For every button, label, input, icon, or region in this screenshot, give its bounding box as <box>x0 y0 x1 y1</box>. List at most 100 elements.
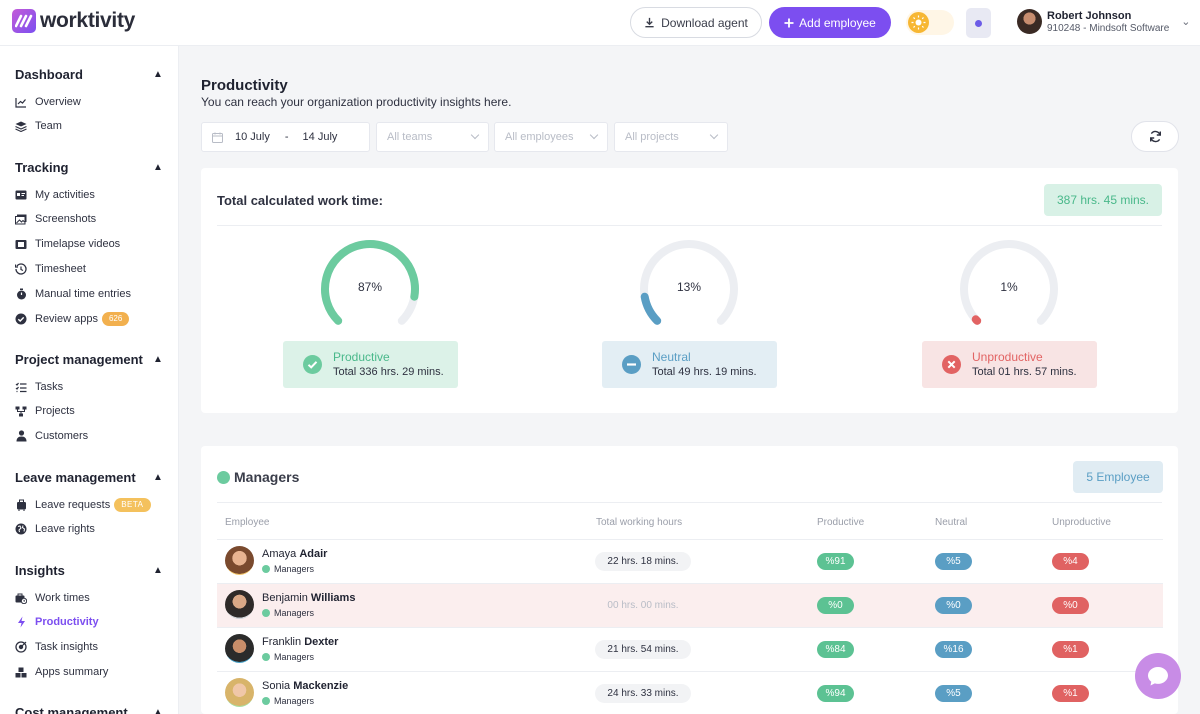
chevron-up-icon[interactable]: ▲ <box>153 354 163 365</box>
app-logo[interactable]: worktivity <box>12 9 135 33</box>
table-row[interactable]: Amaya Adair Managers 22 hrs. 18 mins. %9… <box>217 539 1163 583</box>
section-dashboard[interactable]: Dashboard <box>15 67 83 82</box>
sidebar-item-customers[interactable]: Customers <box>15 430 88 442</box>
chevron-up-icon[interactable]: ▲ <box>153 472 163 483</box>
table-row[interactable]: Sonia Mackenzie Managers 24 hrs. 33 mins… <box>217 671 1163 714</box>
employee-team: Managers <box>262 564 314 574</box>
add-employee-label: Add employee <box>799 15 876 30</box>
neutral-pill: %5 <box>935 685 972 702</box>
sidebar-item-apps-summary[interactable]: Apps summary <box>15 666 108 678</box>
download-agent-button[interactable]: Download agent <box>630 7 762 38</box>
employees-select[interactable]: All employees <box>494 122 608 152</box>
projects-select[interactable]: All projects <box>614 122 728 152</box>
sidebar-item-label: My activities <box>35 189 95 201</box>
sidebar-item-label: Review apps <box>35 313 98 325</box>
employee-team: Managers <box>262 652 314 662</box>
teams-placeholder: All teams <box>387 131 433 143</box>
unproductive-pill: %4 <box>1052 553 1089 570</box>
neutral-pill: %5 <box>935 553 972 570</box>
sidebar-item-work-times[interactable]: Work times <box>15 592 90 604</box>
chevron-up-icon[interactable]: ▲ <box>153 707 163 714</box>
neutral-pill: %16 <box>935 641 972 658</box>
employee-team: Managers <box>262 608 314 618</box>
sidebar-item-task-insights[interactable]: Task insights <box>15 641 98 653</box>
sidebar-item-timesheet[interactable]: Timesheet <box>15 263 86 275</box>
team-color-dot <box>217 471 230 484</box>
avatar <box>225 590 254 619</box>
avatar <box>225 546 254 575</box>
section-tracking[interactable]: Tracking <box>15 160 68 175</box>
employee-team: Managers <box>262 696 314 706</box>
chevron-up-icon[interactable]: ▲ <box>153 162 163 173</box>
total-work-time-label: Total calculated work time: <box>217 193 383 208</box>
beta-badge: BETA <box>114 498 151 512</box>
refresh-icon <box>1149 130 1161 143</box>
chevron-up-icon[interactable]: ▲ <box>153 565 163 576</box>
sidebar-item-review-apps[interactable]: Review apps 626 <box>15 312 130 326</box>
layers-icon <box>15 120 27 132</box>
working-hours: 22 hrs. 18 mins. <box>595 552 691 571</box>
review-apps-count-badge: 626 <box>101 312 130 326</box>
section-insights[interactable]: Insights <box>15 563 65 578</box>
chevron-down-icon <box>470 130 480 140</box>
sidebar-item-leave-rights[interactable]: Leave rights <box>15 523 95 535</box>
unproductive-percent: 1% <box>1000 280 1018 294</box>
history-icon <box>15 263 27 275</box>
diagram-project-icon <box>15 405 27 417</box>
table-row[interactable]: Franklin Dexter Managers 21 hrs. 54 mins… <box>217 627 1163 671</box>
sidebar-item-leave-requests[interactable]: Leave requests BETA <box>15 498 151 512</box>
sidebar-item-manual-time-entries[interactable]: Manual time entries <box>15 288 131 300</box>
section-leave-management[interactable]: Leave management <box>15 470 136 485</box>
sidebar-item-team[interactable]: Team <box>15 120 62 132</box>
notification-button[interactable] <box>966 8 991 38</box>
date-from: 10 July <box>235 131 270 143</box>
sun-icon <box>908 12 929 33</box>
productive-label: Productive <box>333 350 390 364</box>
working-hours: 24 hrs. 33 mins. <box>595 684 691 703</box>
employee-name: Benjamin Williams <box>262 592 356 604</box>
refresh-button[interactable] <box>1131 121 1179 152</box>
team-title: Managers <box>234 469 300 485</box>
teams-select[interactable]: All teams <box>376 122 489 152</box>
column-header-productive: Productive <box>817 517 865 528</box>
productive-gauge: 87% <box>319 238 421 340</box>
theme-toggle[interactable] <box>906 10 954 35</box>
employees-placeholder: All employees <box>505 131 574 143</box>
add-employee-button[interactable]: Add employee <box>769 7 891 38</box>
neutral-gauge-arc <box>640 292 662 325</box>
logo-icon <box>12 9 36 33</box>
chat-button[interactable] <box>1135 653 1181 699</box>
sidebar-item-timelapse-videos[interactable]: Timelapse videos <box>15 238 120 250</box>
date-separator: - <box>284 131 289 143</box>
avatar <box>225 634 254 663</box>
minus-circle-icon <box>622 355 641 374</box>
chevron-up-icon[interactable]: ▲ <box>153 69 163 80</box>
sidebar: Dashboard ▲ Overview Team Tracking ▲ My … <box>0 46 179 714</box>
sidebar-item-projects[interactable]: Projects <box>15 405 75 417</box>
suitcase-icon <box>15 499 27 511</box>
unproductive-pill: %1 <box>1052 641 1089 658</box>
section-cost-management[interactable]: Cost management <box>15 705 128 714</box>
section-project-management[interactable]: Project management <box>15 352 143 367</box>
user-menu[interactable]: Robert Johnson 910248 - Mindsoft Softwar… <box>1017 9 1191 34</box>
date-to: 14 July <box>302 131 338 143</box>
sidebar-item-label: Apps summary <box>35 666 109 678</box>
sidebar-item-label: Work times <box>35 592 90 604</box>
user-tie-icon <box>15 430 27 442</box>
table-row[interactable]: Benjamin Williams Managers 00 hrs. 00 mi… <box>217 583 1163 627</box>
employee-count-badge[interactable]: 5 Employee <box>1073 461 1163 493</box>
date-range-picker[interactable]: 10 July - 14 July <box>201 122 370 152</box>
sidebar-item-screenshots[interactable]: Screenshots <box>15 213 96 225</box>
neutral-gauge: 13% <box>638 238 740 340</box>
productive-pill: %0 <box>817 597 854 614</box>
stopwatch-icon <box>15 288 27 300</box>
sidebar-item-productivity[interactable]: Productivity <box>15 616 99 628</box>
sidebar-item-tasks[interactable]: Tasks <box>15 381 63 393</box>
sidebar-item-overview[interactable]: Overview <box>15 96 81 108</box>
sidebar-item-my-activities[interactable]: My activities <box>15 189 95 201</box>
working-hours: 00 hrs. 00 mins. <box>607 600 679 611</box>
sidebar-item-label: Productivity <box>35 616 99 628</box>
sidebar-item-label: Leave rights <box>35 523 95 535</box>
sidebar-item-label: Customers <box>35 430 89 442</box>
film-icon <box>15 238 27 250</box>
